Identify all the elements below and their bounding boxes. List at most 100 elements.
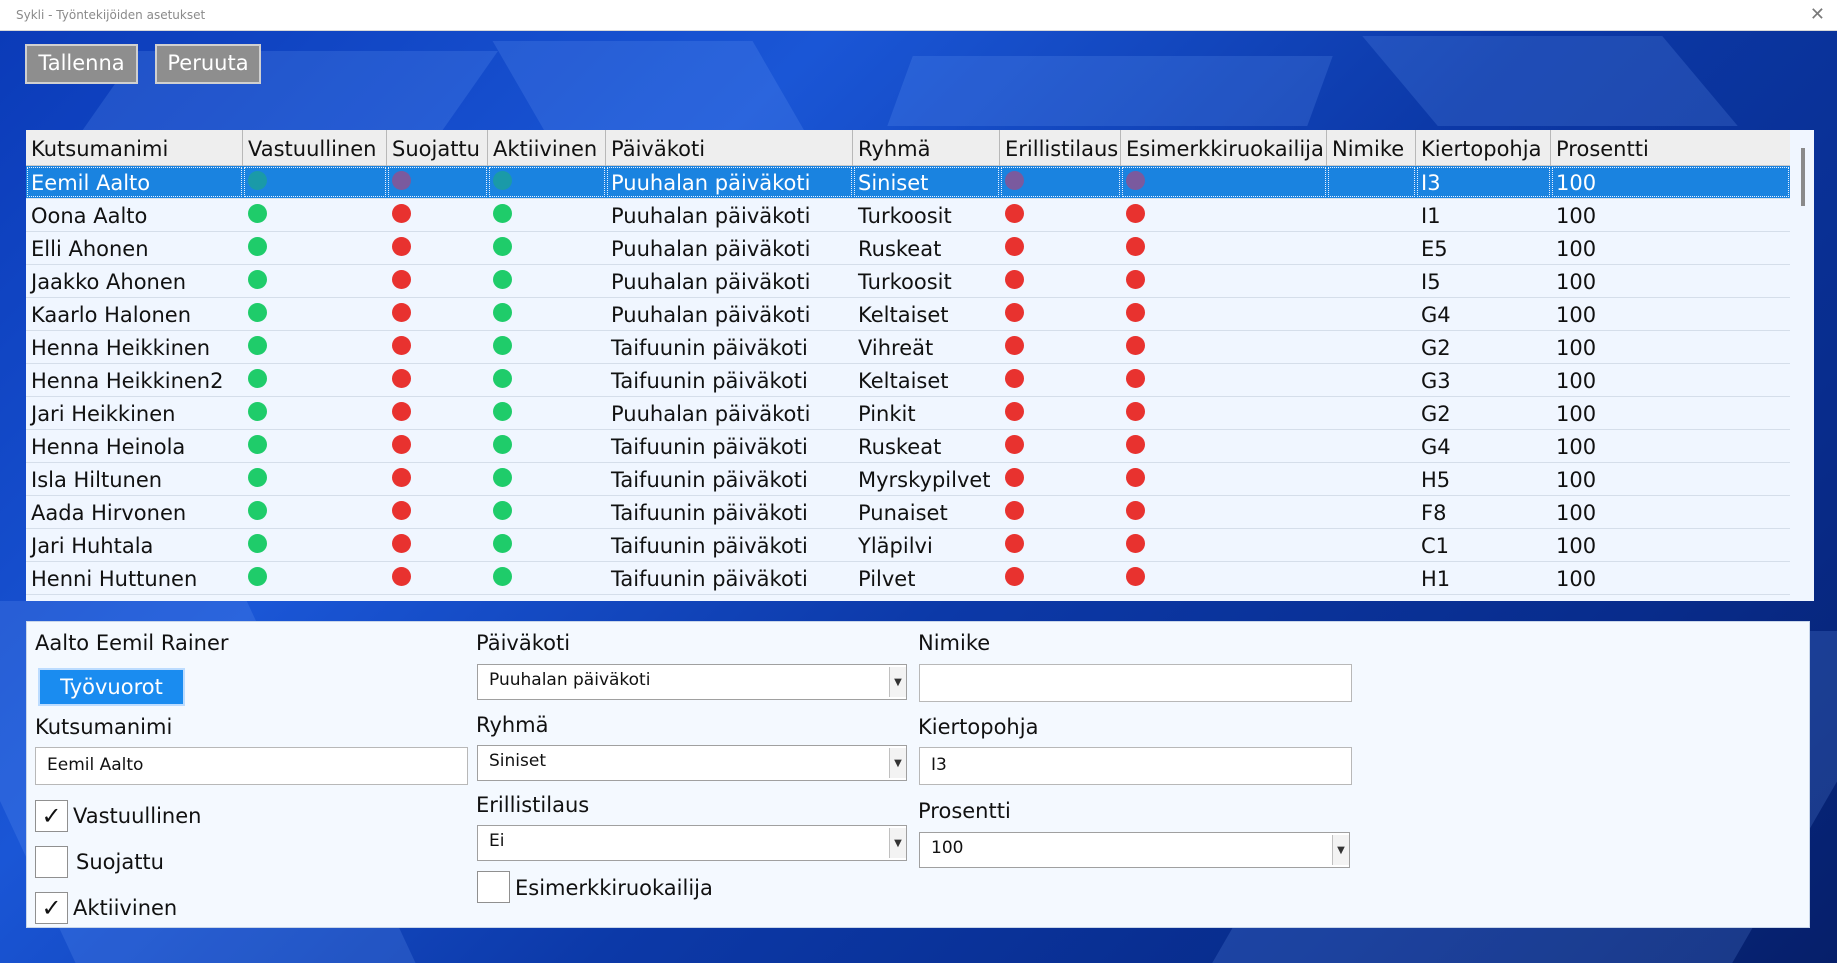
percent-select-value: 100 xyxy=(931,838,964,858)
table-cell-rotation: G4 xyxy=(1421,303,1451,327)
background-shard xyxy=(887,56,1333,126)
status-no-icon xyxy=(392,501,411,520)
percent-select[interactable]: 100 ▼ xyxy=(919,832,1350,868)
column-header-group[interactable]: Ryhmä xyxy=(853,130,1000,166)
table-cell-name: Jari Heikkinen xyxy=(31,402,176,426)
table-row[interactable]: Henna Heinola Taifuunin päiväkoti Ruskeat G… xyxy=(26,430,1790,463)
table-row[interactable]: Jari Huhtala Taifuunin päiväkoti Yläpilvi C… xyxy=(26,529,1790,562)
table-cell-title xyxy=(1327,430,1416,463)
table-cell-name: Isla Hiltunen xyxy=(31,468,163,492)
status-yes-icon xyxy=(248,501,267,520)
status-no-icon xyxy=(1126,237,1145,256)
table-cell-title xyxy=(1327,298,1416,331)
table-row[interactable]: Henni Huttunen Taifuunin päiväkoti Pilvet H… xyxy=(26,562,1790,595)
column-header-rotation[interactable]: Kiertopohja xyxy=(1416,130,1551,166)
table-row[interactable]: Eemil Aalto Puuhalan päiväkoti Siniset I3 10… xyxy=(26,166,1790,199)
status-yes-icon xyxy=(493,303,512,322)
column-header-protected[interactable]: Suojattu xyxy=(387,130,488,166)
table-cell-percent: 100 xyxy=(1556,336,1597,360)
scrollbar-thumb[interactable] xyxy=(1801,148,1805,206)
table-cell-percent: 100 xyxy=(1556,369,1597,393)
rotation-input[interactable]: I3 xyxy=(919,747,1352,785)
table-scrollbar[interactable] xyxy=(1792,130,1814,601)
table-cell-percent: 100 xyxy=(1556,534,1597,558)
responsible-checkbox[interactable]: ✓ xyxy=(35,800,68,832)
table-cell-daycare: Puuhalan päiväkoti xyxy=(611,204,811,228)
column-header-special-order[interactable]: Erillistilaus xyxy=(1000,130,1121,166)
check-icon: ✓ xyxy=(41,802,62,830)
table-cell-percent: 100 xyxy=(1556,435,1597,459)
table-cell-daycare: Taifuunin päiväkoti xyxy=(611,468,808,492)
table-cell-group: Pinkit xyxy=(858,402,916,426)
window-title: Sykli - Työntekijöiden asetukset xyxy=(16,8,206,22)
table-row[interactable]: Oona Aalto Puuhalan päiväkoti Turkoosit I1 1… xyxy=(26,199,1790,232)
title-input[interactable] xyxy=(919,664,1352,702)
table-row[interactable]: Jaakko Ahonen Puuhalan päiväkoti Turkoosit… xyxy=(26,265,1790,298)
table-cell-rotation: H1 xyxy=(1421,567,1451,591)
status-no-icon xyxy=(392,303,411,322)
table-body: Eemil Aalto Puuhalan päiväkoti Siniset I3 10… xyxy=(26,166,1790,601)
save-button[interactable]: Tallenna xyxy=(25,44,138,84)
example-eater-checkbox[interactable] xyxy=(477,871,510,903)
active-checkbox[interactable]: ✓ xyxy=(35,892,68,924)
chevron-down-icon[interactable]: ▼ xyxy=(889,748,906,778)
nickname-label: Kutsumanimi xyxy=(35,715,173,739)
work-shifts-button[interactable]: Työvuorot xyxy=(38,668,185,706)
column-header-title[interactable]: Nimike xyxy=(1327,130,1416,166)
status-no-icon xyxy=(392,468,411,487)
column-header-active[interactable]: Aktiivinen xyxy=(488,130,606,166)
group-select[interactable]: Siniset ▼ xyxy=(477,745,907,781)
table-cell-group: Vihreät xyxy=(858,336,934,360)
employee-details-panel: Aalto Eemil Rainer Työvuorot Kutsumanimi… xyxy=(26,621,1810,928)
status-yes-icon xyxy=(493,204,512,223)
table-cell-daycare: Puuhalan päiväkoti xyxy=(611,270,811,294)
status-no-icon xyxy=(392,237,411,256)
table-cell-group: Yläpilvi xyxy=(858,534,933,558)
chevron-down-icon[interactable]: ▼ xyxy=(889,828,906,858)
protected-checkbox[interactable] xyxy=(35,846,68,878)
status-yes-icon xyxy=(248,468,267,487)
table-cell-percent: 100 xyxy=(1556,501,1597,525)
status-yes-icon xyxy=(248,336,267,355)
status-no-icon xyxy=(1126,501,1145,520)
table-cell-daycare: Taifuunin päiväkoti xyxy=(611,501,808,525)
status-yes-icon xyxy=(248,369,267,388)
column-header-nickname[interactable]: Kutsumanimi xyxy=(26,130,243,166)
table-row[interactable]: Isla Hiltunen Taifuunin päiväkoti Myrskypi… xyxy=(26,463,1790,496)
daycare-select[interactable]: Puuhalan päiväkoti ▼ xyxy=(477,664,907,700)
table-row[interactable]: Elli Ahonen Puuhalan päiväkoti Ruskeat E5 10… xyxy=(26,232,1790,265)
special-order-select[interactable]: Ei ▼ xyxy=(477,825,907,861)
status-no-icon xyxy=(1126,303,1145,322)
table-cell-percent: 100 xyxy=(1556,468,1597,492)
column-header-responsible[interactable]: Vastuullinen xyxy=(243,130,387,166)
table-cell-name: Oona Aalto xyxy=(31,204,148,228)
chevron-down-icon[interactable]: ▼ xyxy=(1332,835,1349,865)
status-yes-icon xyxy=(493,567,512,586)
table-row[interactable]: Aada Hirvonen Taifuunin päiväkoti Punaiset… xyxy=(26,496,1790,529)
table-cell-daycare: Taifuunin päiväkoti xyxy=(611,336,808,360)
status-no-icon xyxy=(1005,237,1024,256)
table-cell-title xyxy=(1327,166,1416,199)
cancel-button[interactable]: Peruuta xyxy=(155,44,261,84)
table-cell-group: Myrskypilvet xyxy=(858,468,991,492)
status-yes-icon xyxy=(248,237,267,256)
table-row[interactable]: Jari Heikkinen Puuhalan päiväkoti Pinkit G2… xyxy=(26,397,1790,430)
nickname-input[interactable]: Eemil Aalto xyxy=(35,747,468,785)
table-row[interactable]: Kaarlo Halonen Puuhalan päiväkoti Keltaise… xyxy=(26,298,1790,331)
table-row[interactable]: Henna Heikkinen Taifuunin päiväkoti Vihreä… xyxy=(26,331,1790,364)
column-header-daycare[interactable]: Päiväkoti xyxy=(606,130,853,166)
table-cell-title xyxy=(1327,331,1416,364)
close-icon[interactable]: ✕ xyxy=(1810,4,1825,25)
employee-table: Kutsumanimi Vastuullinen Suojattu Aktiiv… xyxy=(26,130,1814,601)
chevron-down-icon[interactable]: ▼ xyxy=(889,667,906,697)
table-cell-daycare: Taifuunin päiväkoti xyxy=(611,567,808,591)
table-cell-title xyxy=(1327,463,1416,496)
status-yes-icon xyxy=(493,369,512,388)
column-header-percent[interactable]: Prosentti xyxy=(1551,130,1790,166)
status-yes-icon xyxy=(248,567,267,586)
daycare-select-value: Puuhalan päiväkoti xyxy=(489,670,651,690)
status-yes-icon xyxy=(493,270,512,289)
status-no-icon xyxy=(392,369,411,388)
column-header-example-eater[interactable]: Esimerkkiruokailija xyxy=(1121,130,1327,166)
table-row[interactable]: Henna Heikkinen2 Taifuunin päiväkoti Kelta… xyxy=(26,364,1790,397)
